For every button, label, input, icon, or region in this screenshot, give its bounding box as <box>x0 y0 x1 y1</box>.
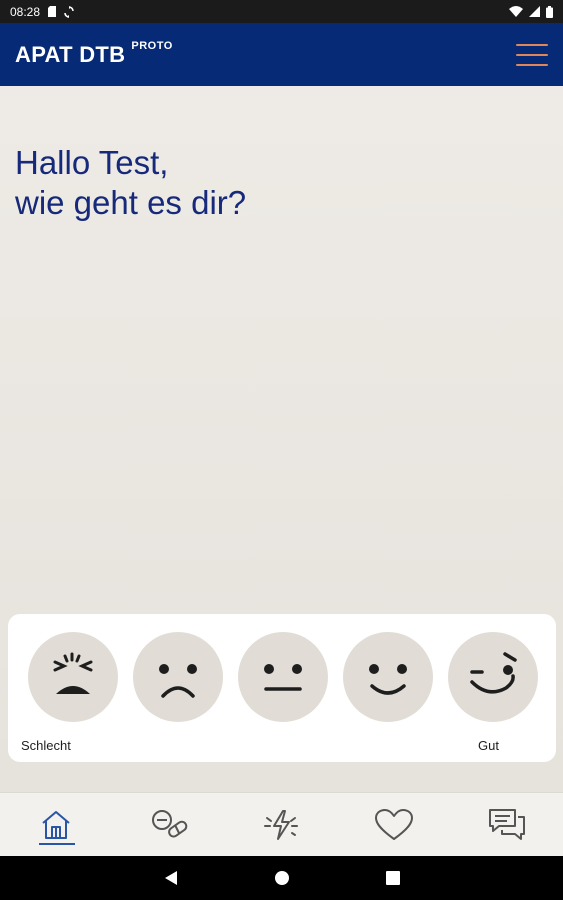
smile-face-icon <box>369 664 407 695</box>
app-header: APAT DTB PROTO <box>0 23 563 86</box>
hamburger-menu-icon[interactable] <box>516 41 548 69</box>
app-title: APAT DTB <box>15 41 126 67</box>
status-bar: 08:28 <box>0 0 563 23</box>
sync-icon <box>64 5 74 18</box>
mood-very-bad-button[interactable] <box>28 632 118 722</box>
signal-icon <box>529 6 540 17</box>
mood-good-button[interactable] <box>343 632 433 722</box>
chat-icon <box>488 808 525 840</box>
wifi-icon <box>509 6 523 17</box>
sad-face-icon <box>159 664 197 698</box>
lightning-icon <box>264 809 299 840</box>
heart-icon <box>375 808 414 840</box>
mood-label-good: Gut <box>478 738 499 753</box>
mood-card: Schlecht Gut <box>8 614 556 762</box>
home-circle-icon[interactable] <box>274 870 290 886</box>
nav-medication[interactable] <box>139 797 199 853</box>
greeting-line-1: Hallo Test, <box>15 144 169 181</box>
app-badge: PROTO <box>131 40 173 52</box>
nav-symptoms[interactable] <box>251 797 311 853</box>
neutral-face-icon <box>264 664 302 691</box>
battery-icon <box>546 5 553 18</box>
bottom-navigation <box>0 792 563 856</box>
back-icon[interactable] <box>164 870 178 886</box>
mood-options <box>28 632 538 722</box>
pills-icon <box>151 809 188 837</box>
nav-chat[interactable] <box>477 797 537 853</box>
greeting-line-2: wie geht es dir? <box>15 184 247 221</box>
sd-card-icon <box>48 6 57 17</box>
mood-neutral-button[interactable] <box>238 632 328 722</box>
mood-label-bad: Schlecht <box>21 738 71 753</box>
greeting: Hallo Test, wie geht es dir? <box>15 143 246 223</box>
home-icon <box>42 810 70 839</box>
angry-face-icon <box>53 652 93 694</box>
nav-home[interactable] <box>26 797 86 853</box>
nav-wellbeing[interactable] <box>364 797 424 853</box>
status-time: 08:28 <box>10 4 41 19</box>
wink-face-icon <box>470 652 517 694</box>
system-navigation <box>0 856 563 900</box>
recents-icon[interactable] <box>385 871 400 885</box>
mood-very-good-button[interactable] <box>448 632 538 722</box>
mood-bad-button[interactable] <box>133 632 223 722</box>
main-content: Hallo Test, wie geht es dir? Schlecht Gu… <box>0 86 563 792</box>
